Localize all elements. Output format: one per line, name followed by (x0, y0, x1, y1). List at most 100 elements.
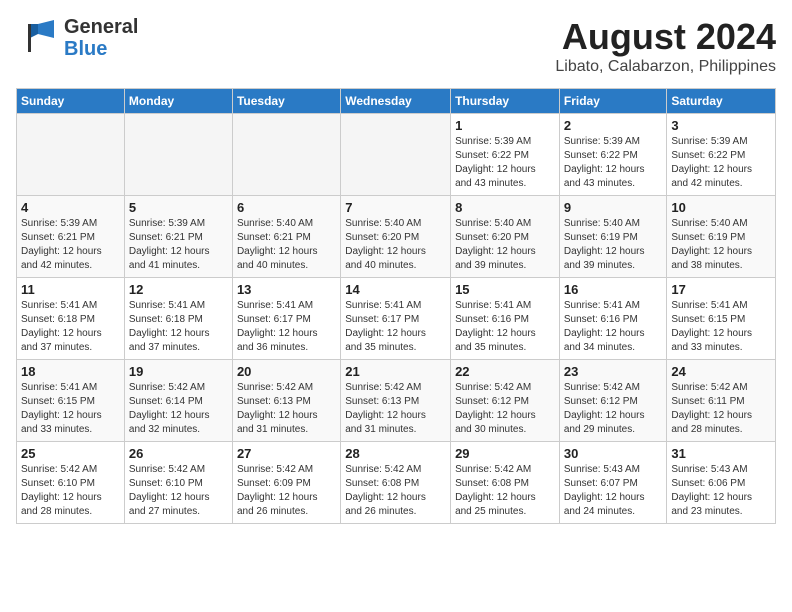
day-number: 30 (564, 446, 663, 461)
calendar-cell: 9 Sunrise: 5:40 AM Sunset: 6:19 PM Daylig… (559, 196, 667, 278)
day-number: 3 (671, 118, 771, 133)
title-area: August 2024 Libato, Calabarzon, Philippi… (555, 16, 776, 76)
day-info: Sunrise: 5:42 AM Sunset: 6:12 PM Dayligh… (564, 381, 663, 437)
day-number: 16 (564, 282, 663, 297)
calendar-cell: 24 Sunrise: 5:42 AM Sunset: 6:11 PM Dayli… (667, 360, 776, 442)
week-row-3: 11 Sunrise: 5:41 AM Sunset: 6:18 PM Dayli… (17, 278, 776, 360)
day-number: 22 (455, 364, 555, 379)
day-number: 6 (237, 200, 336, 215)
day-number: 9 (564, 200, 663, 215)
day-number: 20 (237, 364, 336, 379)
day-number: 13 (237, 282, 336, 297)
day-info: Sunrise: 5:41 AM Sunset: 6:16 PM Dayligh… (564, 299, 663, 355)
calendar-cell: 14Sunrise: 5:41 AM Sunset: 6:17 PM Dayli… (341, 278, 451, 360)
day-number: 2 (564, 118, 663, 133)
calendar-cell: 28 Sunrise: 5:42 AM Sunset: 6:08 PM Dayli… (341, 442, 451, 524)
calendar-cell: 23 Sunrise: 5:42 AM Sunset: 6:12 PM Dayli… (559, 360, 667, 442)
header-tuesday: Tuesday (232, 89, 340, 114)
day-info: Sunrise: 5:41 AM Sunset: 6:16 PM Dayligh… (455, 299, 555, 355)
day-info: Sunrise: 5:42 AM Sunset: 6:11 PM Dayligh… (671, 381, 771, 437)
day-info: Sunrise: 5:39 AM Sunset: 6:22 PM Dayligh… (564, 135, 663, 191)
day-info: Sunrise: 5:41 AM Sunset: 6:15 PM Dayligh… (21, 381, 120, 437)
calendar-cell: 18 Sunrise: 5:41 AM Sunset: 6:15 PM Dayli… (17, 360, 125, 442)
calendar-cell: 31 Sunrise: 5:43 AM Sunset: 6:06 PM Dayli… (667, 442, 776, 524)
calendar-cell: 29Sunrise: 5:42 AM Sunset: 6:08 PM Dayli… (451, 442, 560, 524)
day-info: Sunrise: 5:41 AM Sunset: 6:15 PM Dayligh… (671, 299, 771, 355)
day-number: 28 (345, 446, 446, 461)
day-number: 1 (455, 118, 555, 133)
header-thursday: Thursday (451, 89, 560, 114)
day-number: 4 (21, 200, 120, 215)
calendar-table: SundayMondayTuesdayWednesdayThursdayFrid… (16, 88, 776, 524)
day-info: Sunrise: 5:39 AM Sunset: 6:21 PM Dayligh… (21, 217, 120, 273)
calendar-cell: 7Sunrise: 5:40 AM Sunset: 6:20 PM Daylig… (341, 196, 451, 278)
calendar-cell: 25 Sunrise: 5:42 AM Sunset: 6:10 PM Dayli… (17, 442, 125, 524)
header-saturday: Saturday (667, 89, 776, 114)
week-row-5: 25 Sunrise: 5:42 AM Sunset: 6:10 PM Dayli… (17, 442, 776, 524)
calendar-cell: 19Sunrise: 5:42 AM Sunset: 6:14 PM Dayli… (124, 360, 232, 442)
day-number: 31 (671, 446, 771, 461)
day-info: Sunrise: 5:43 AM Sunset: 6:06 PM Dayligh… (671, 463, 771, 519)
day-info: Sunrise: 5:42 AM Sunset: 6:10 PM Dayligh… (21, 463, 120, 519)
day-info: Sunrise: 5:41 AM Sunset: 6:17 PM Dayligh… (237, 299, 336, 355)
calendar-cell (124, 114, 232, 196)
day-info: Sunrise: 5:42 AM Sunset: 6:14 PM Dayligh… (129, 381, 228, 437)
header-friday: Friday (559, 89, 667, 114)
day-number: 23 (564, 364, 663, 379)
calendar-cell: 17 Sunrise: 5:41 AM Sunset: 6:15 PM Dayli… (667, 278, 776, 360)
header-row: SundayMondayTuesdayWednesdayThursdayFrid… (17, 89, 776, 114)
day-info: Sunrise: 5:39 AM Sunset: 6:22 PM Dayligh… (671, 135, 771, 191)
calendar-cell: 8 Sunrise: 5:40 AM Sunset: 6:20 PM Daylig… (451, 196, 560, 278)
week-row-2: 4 Sunrise: 5:39 AM Sunset: 6:21 PM Daylig… (17, 196, 776, 278)
day-number: 5 (129, 200, 228, 215)
day-info: Sunrise: 5:39 AM Sunset: 6:21 PM Dayligh… (129, 217, 228, 273)
calendar-cell: 12 Sunrise: 5:41 AM Sunset: 6:18 PM Dayli… (124, 278, 232, 360)
day-number: 10 (671, 200, 771, 215)
logo-text: General Blue (64, 16, 138, 60)
day-number: 26 (129, 446, 228, 461)
calendar-cell: 22 Sunrise: 5:42 AM Sunset: 6:12 PM Dayli… (451, 360, 560, 442)
logo: General Blue (16, 16, 138, 60)
day-info: Sunrise: 5:42 AM Sunset: 6:13 PM Dayligh… (345, 381, 446, 437)
header-monday: Monday (124, 89, 232, 114)
calendar-cell: 4 Sunrise: 5:39 AM Sunset: 6:21 PM Daylig… (17, 196, 125, 278)
day-info: Sunrise: 5:42 AM Sunset: 6:09 PM Dayligh… (237, 463, 336, 519)
calendar-cell: 13 Sunrise: 5:41 AM Sunset: 6:17 PM Dayli… (232, 278, 340, 360)
calendar-cell: 15 Sunrise: 5:41 AM Sunset: 6:16 PM Dayli… (451, 278, 560, 360)
day-number: 29 (455, 446, 555, 461)
day-number: 14 (345, 282, 446, 297)
day-number: 24 (671, 364, 771, 379)
day-number: 18 (21, 364, 120, 379)
calendar-header: SundayMondayTuesdayWednesdayThursdayFrid… (17, 89, 776, 114)
week-row-4: 18 Sunrise: 5:41 AM Sunset: 6:15 PM Dayli… (17, 360, 776, 442)
day-number: 15 (455, 282, 555, 297)
header: General Blue August 2024 Libato, Calabar… (16, 16, 776, 76)
day-number: 11 (21, 282, 120, 297)
calendar-cell: 11 Sunrise: 5:41 AM Sunset: 6:18 PM Dayli… (17, 278, 125, 360)
day-info: Sunrise: 5:42 AM Sunset: 6:12 PM Dayligh… (455, 381, 555, 437)
day-info: Sunrise: 5:41 AM Sunset: 6:18 PM Dayligh… (129, 299, 228, 355)
day-number: 12 (129, 282, 228, 297)
calendar-cell (341, 114, 451, 196)
calendar-cell: 1 Sunrise: 5:39 AM Sunset: 6:22 PM Daylig… (451, 114, 560, 196)
day-info: Sunrise: 5:42 AM Sunset: 6:08 PM Dayligh… (345, 463, 446, 519)
day-number: 7 (345, 200, 446, 215)
day-number: 17 (671, 282, 771, 297)
day-info: Sunrise: 5:41 AM Sunset: 6:18 PM Dayligh… (21, 299, 120, 355)
day-number: 8 (455, 200, 555, 215)
calendar-cell: 26Sunrise: 5:42 AM Sunset: 6:10 PM Dayli… (124, 442, 232, 524)
calendar-cell: 20Sunrise: 5:42 AM Sunset: 6:13 PM Dayli… (232, 360, 340, 442)
day-info: Sunrise: 5:40 AM Sunset: 6:19 PM Dayligh… (671, 217, 771, 273)
day-info: Sunrise: 5:40 AM Sunset: 6:19 PM Dayligh… (564, 217, 663, 273)
calendar-cell: 30Sunrise: 5:43 AM Sunset: 6:07 PM Dayli… (559, 442, 667, 524)
calendar-cell: 10 Sunrise: 5:40 AM Sunset: 6:19 PM Dayli… (667, 196, 776, 278)
day-info: Sunrise: 5:39 AM Sunset: 6:22 PM Dayligh… (455, 135, 555, 191)
calendar-cell (17, 114, 125, 196)
calendar-cell: 3 Sunrise: 5:39 AM Sunset: 6:22 PM Daylig… (667, 114, 776, 196)
day-info: Sunrise: 5:40 AM Sunset: 6:20 PM Dayligh… (455, 217, 555, 273)
week-row-1: 1 Sunrise: 5:39 AM Sunset: 6:22 PM Daylig… (17, 114, 776, 196)
calendar-cell: 16 Sunrise: 5:41 AM Sunset: 6:16 PM Dayli… (559, 278, 667, 360)
day-info: Sunrise: 5:40 AM Sunset: 6:21 PM Dayligh… (237, 217, 336, 273)
day-number: 25 (21, 446, 120, 461)
calendar-cell: 5 Sunrise: 5:39 AM Sunset: 6:21 PM Daylig… (124, 196, 232, 278)
